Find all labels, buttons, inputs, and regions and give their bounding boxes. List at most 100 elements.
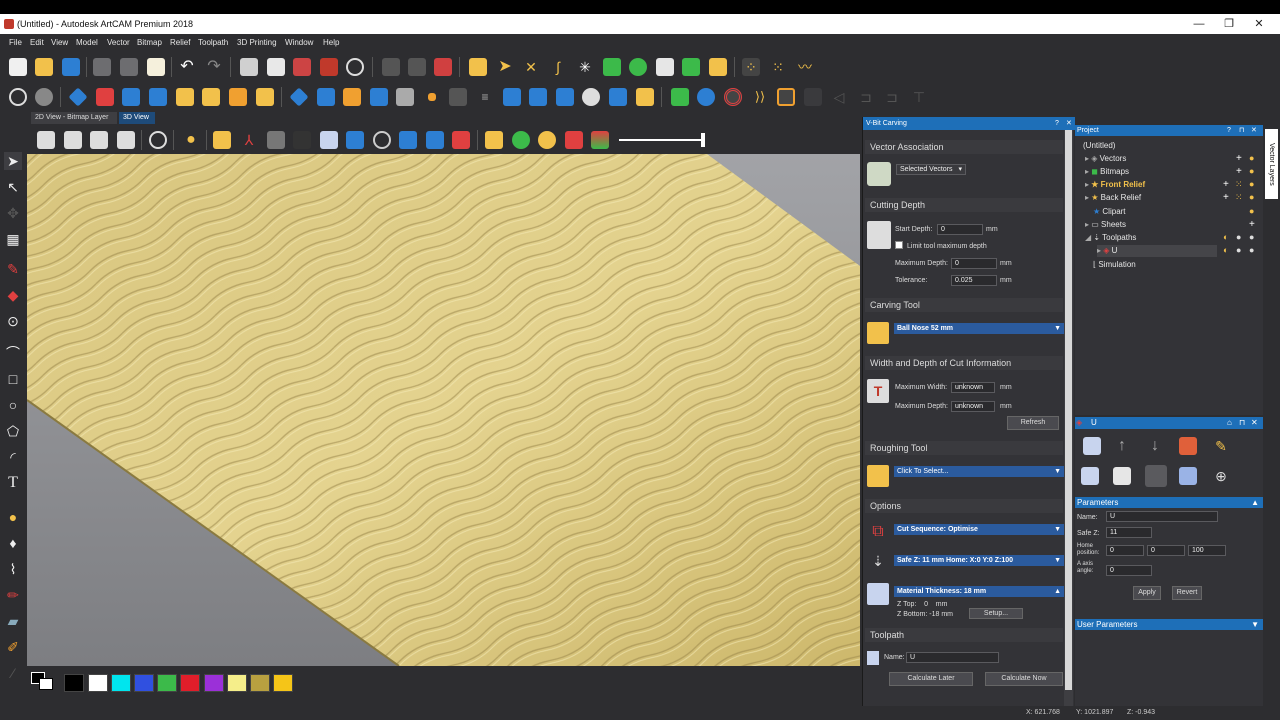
home-y-input[interactable]: 0 — [1147, 545, 1185, 556]
u-safe-z-input[interactable]: 11 — [1106, 527, 1152, 538]
sculpt-tool-icon[interactable]: ⌇ — [4, 560, 22, 578]
refresh-button[interactable]: Refresh — [1007, 416, 1059, 430]
pin-icon[interactable]: ⊓ — [1239, 417, 1245, 429]
gold-shade-icon[interactable] — [485, 131, 503, 149]
dots-grid-icon[interactable]: ⁙ — [769, 58, 787, 76]
feather-tool-icon[interactable]: ⁄ — [4, 664, 22, 682]
help-button[interactable]: ? — [1055, 117, 1059, 130]
section-carving-tool[interactable]: Carving Tool — [865, 298, 1063, 312]
relief-white-icon[interactable] — [582, 88, 600, 106]
relief-bars-icon[interactable]: ≡ — [476, 88, 494, 106]
palette-swatch-purple[interactable] — [204, 674, 224, 692]
roughing-tool-dropdown[interactable]: Click To Select... ▼ — [894, 466, 1064, 477]
dim-tool-3-icon[interactable]: ⊐ — [857, 88, 875, 106]
relief-blue-5-icon[interactable] — [317, 88, 335, 106]
relief-blue-9-icon[interactable] — [556, 88, 574, 106]
limit-depth-checkbox[interactable] — [895, 241, 903, 249]
undo-icon[interactable]: ↶ — [178, 58, 196, 76]
wireframe-icon[interactable] — [399, 131, 417, 149]
arc-tool-icon[interactable]: ◜ — [4, 448, 22, 466]
material-icon[interactable] — [320, 131, 338, 149]
bulb-white-icon[interactable]: ● — [1249, 245, 1254, 255]
secondary-color-swatch[interactable] — [39, 678, 53, 690]
add-back-relief-icon[interactable]: + — [1223, 192, 1229, 203]
arrows-icon[interactable]: ✕ — [522, 58, 540, 76]
vcarve-icon[interactable]: ⟩⟩ — [751, 88, 769, 106]
section-vector-association[interactable]: Vector Association — [865, 140, 1063, 154]
relief-display-icon[interactable] — [213, 131, 231, 149]
brush-tool-icon[interactable]: ✏ — [4, 586, 22, 604]
move-up-icon[interactable]: ↑ — [1113, 437, 1131, 455]
front-view-icon[interactable] — [90, 131, 108, 149]
restore-button[interactable]: ❐ — [1214, 17, 1244, 31]
toolpath-edit-icon[interactable] — [1083, 437, 1101, 455]
relief-star-icon[interactable] — [256, 88, 274, 106]
wave-icon[interactable]: 〰 — [796, 58, 814, 76]
save-icon[interactable] — [62, 58, 80, 76]
node-select-icon[interactable]: ↖ — [4, 178, 22, 196]
drop-tool-icon[interactable]: ● — [4, 508, 22, 526]
eraser-tool-icon[interactable]: ◆ — [4, 286, 22, 304]
material-thickness-dropdown[interactable]: Material Thickness: 18 mm ▲ — [894, 586, 1064, 597]
iso-view-icon[interactable] — [37, 131, 55, 149]
add-toolpath-icon[interactable] — [671, 88, 689, 106]
relief-blue-1-icon[interactable] — [68, 87, 88, 107]
redo-icon[interactable]: ↷ — [205, 58, 223, 76]
close-icon[interactable]: ✕ — [1251, 417, 1258, 429]
smooth-tool-icon[interactable]: ♦ — [4, 534, 22, 552]
grid-tool-icon[interactable]: ▦ — [4, 230, 22, 248]
relief-grid-icon[interactable]: ⁙ — [1235, 179, 1243, 190]
revert-button[interactable]: Revert — [1172, 586, 1202, 600]
relief-stack-icon[interactable] — [636, 88, 654, 106]
menu-help[interactable]: Help — [323, 38, 339, 47]
relief-orange-icon[interactable] — [229, 88, 247, 106]
relief-grey-icon[interactable] — [396, 88, 414, 106]
carving-tool-dropdown[interactable]: Ball Nose 52 mm ▼ — [894, 323, 1064, 334]
move-down-icon[interactable]: ↓ — [1146, 437, 1164, 455]
scale-icon[interactable] — [293, 58, 311, 76]
relief-layer-icon[interactable] — [709, 58, 727, 76]
palette-swatch-red[interactable] — [180, 674, 200, 692]
start-depth-input[interactable]: 0 — [937, 224, 983, 235]
vector-green-icon[interactable] — [603, 58, 621, 76]
bulb-outline-icon[interactable]: ◐ — [1223, 245, 1228, 255]
palette-swatch-olive[interactable] — [250, 674, 270, 692]
new-file-icon[interactable] — [9, 58, 27, 76]
relief-blue-4-icon[interactable] — [289, 87, 309, 107]
star-burst-icon[interactable]: ✳ — [576, 58, 594, 76]
add-vector-icon[interactable] — [682, 58, 700, 76]
section-toolpath[interactable]: Toolpath — [865, 628, 1063, 642]
add-vector-layer-icon[interactable]: + — [1236, 153, 1242, 164]
tree-item-clipart[interactable]: ★ Clipart — [1093, 206, 1126, 218]
relief-blue-2-icon[interactable] — [122, 88, 140, 106]
rectangle-tool-icon[interactable]: □ — [4, 370, 22, 388]
relief-orange-2-icon[interactable] — [343, 88, 361, 106]
group-icon[interactable] — [434, 58, 452, 76]
relief-grid-icon[interactable]: ⁙ — [1235, 192, 1243, 203]
home-icon[interactable]: ⌂ — [1227, 417, 1232, 429]
polygon-tool-icon[interactable]: ⬠ — [4, 422, 22, 440]
zoom-slider-handle[interactable] — [701, 133, 705, 147]
menu-3d-printing[interactable]: 3D Printing — [237, 38, 277, 47]
tree-item-back-relief[interactable]: ▸ ★ Back Relief — [1085, 192, 1141, 204]
simulate-icon[interactable] — [1145, 465, 1167, 487]
section-roughing-tool[interactable]: Roughing Tool — [865, 441, 1063, 455]
circle-tool-icon[interactable]: ○ — [4, 396, 22, 414]
add-sheet-icon[interactable]: + — [1249, 219, 1255, 230]
palette-swatch-cyan[interactable] — [111, 674, 131, 692]
open-folder-icon[interactable] — [35, 58, 53, 76]
toolpath-blue-icon[interactable] — [697, 88, 715, 106]
tree-item-toolpath-u[interactable]: ▸ ◈ U — [1097, 245, 1217, 257]
help-icon[interactable]: ? — [1227, 125, 1231, 136]
relief-red-icon[interactable] — [96, 88, 114, 106]
text-tool-icon[interactable]: T — [4, 474, 22, 492]
paste-icon[interactable] — [147, 58, 165, 76]
tree-item-vectors[interactable]: ▸ ◈ Vectors — [1085, 153, 1126, 165]
cut-icon[interactable] — [93, 58, 111, 76]
calculate-later-button[interactable]: Calculate Later — [889, 672, 973, 686]
measure-icon[interactable] — [346, 58, 364, 76]
lasso-tool-icon[interactable]: ⊙ — [4, 312, 22, 330]
section-options[interactable]: Options — [865, 499, 1063, 513]
polyline-tool-icon[interactable]: ⌒ — [4, 344, 22, 362]
mirror-icon[interactable] — [267, 58, 285, 76]
